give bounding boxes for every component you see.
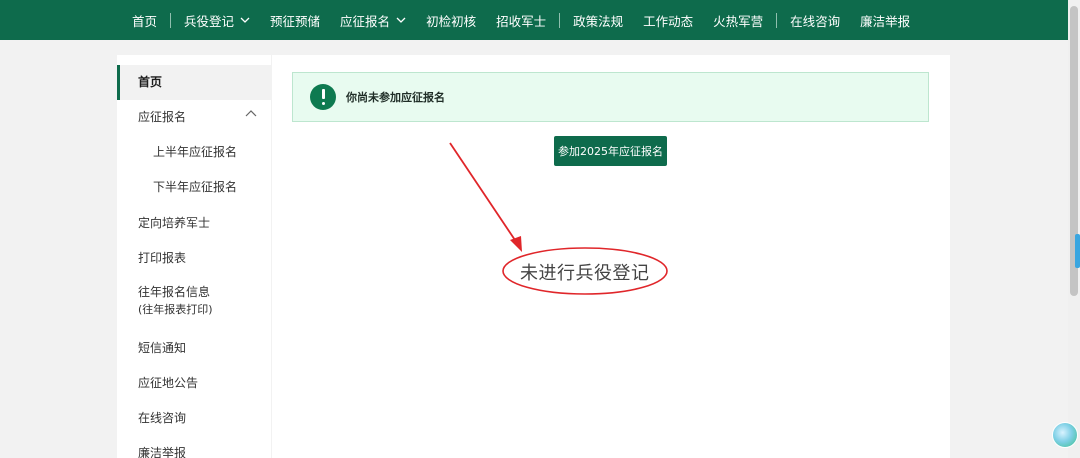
nav-item-label: 兵役登记 [184,13,235,29]
sidebar-item-note: (往年报表打印) [138,303,213,316]
nav-item-enlistment-application[interactable]: 应征报名 [330,11,416,30]
join-2025-application-button[interactable]: 参加2025年应征报名 [554,136,667,166]
alert-message: 你尚未参加应征报名 [346,91,445,104]
main-content: 你尚未参加应征报名 参加2025年应征报名 [272,55,950,458]
nav-divider [170,12,172,28]
nav-item-home[interactable]: 首页 [122,11,167,30]
top-navigation-bar: 首页 兵役登记 预征预储 应征报名 初检初核 招收军士 政策法规 工作动态 火热… [0,0,1068,40]
sidebar-item-label: 往年报名信息 [138,285,211,299]
nav-item-policies[interactable]: 政策法规 [563,11,633,30]
nav-item-online-consult[interactable]: 在线咨询 [780,11,850,30]
sidebar-item-local-announcements[interactable]: 应征地公告 [117,366,271,401]
floating-assistant-icon[interactable] [1052,422,1078,448]
sidebar-item-second-half-application[interactable]: 下半年应征报名 [117,170,271,205]
sidebar-item-print-reports[interactable]: 打印报表 [117,241,271,276]
nav-divider [559,12,561,28]
sidebar-item-home[interactable]: 首页 [117,65,271,100]
nav-item-nco-recruitment[interactable]: 招收军士 [486,11,556,30]
sidebar-item-first-half-application[interactable]: 上半年应征报名 [117,135,271,170]
nav-item-label: 应征报名 [340,13,391,29]
nav-item-integrity-report[interactable]: 廉洁举报 [850,11,920,30]
chevron-down-icon [240,17,250,23]
scroll-position-marker [1075,234,1080,268]
nav-item-news[interactable]: 工作动态 [633,11,703,30]
status-alert: 你尚未参加应征报名 [292,72,929,122]
exclamation-icon [310,84,336,110]
chevron-up-icon [245,110,257,117]
main-nav: 首页 兵役登记 预征预储 应征报名 初检初核 招收军士 政策法规 工作动态 火热… [122,0,920,40]
sidebar-item-sms-notice[interactable]: 短信通知 [117,331,271,366]
chevron-down-icon [396,17,406,23]
sidebar: 首页 应征报名 上半年应征报名 下半年应征报名 定向培养军士 打印报表 往年报名… [117,55,271,458]
nav-item-initial-check[interactable]: 初检初核 [416,11,486,30]
sidebar-item-online-consult[interactable]: 在线咨询 [117,401,271,436]
annotation-text: 未进行兵役登记 [520,263,650,284]
nav-item-pre-conscription[interactable]: 预征预储 [260,11,330,30]
nav-divider [776,12,778,28]
sidebar-item-directed-nco-training[interactable]: 定向培养军士 [117,206,271,241]
nav-item-military-registration[interactable]: 兵役登记 [174,11,260,30]
sidebar-item-label: 应征报名 [138,110,187,124]
nav-item-military-camp[interactable]: 火热军营 [703,11,773,30]
sidebar-item-past-applications[interactable]: 往年报名信息 (往年报表打印) [117,285,271,325]
sidebar-item-enlistment-application[interactable]: 应征报名 [117,100,271,135]
sidebar-item-integrity-report[interactable]: 廉洁举报 [117,436,271,458]
